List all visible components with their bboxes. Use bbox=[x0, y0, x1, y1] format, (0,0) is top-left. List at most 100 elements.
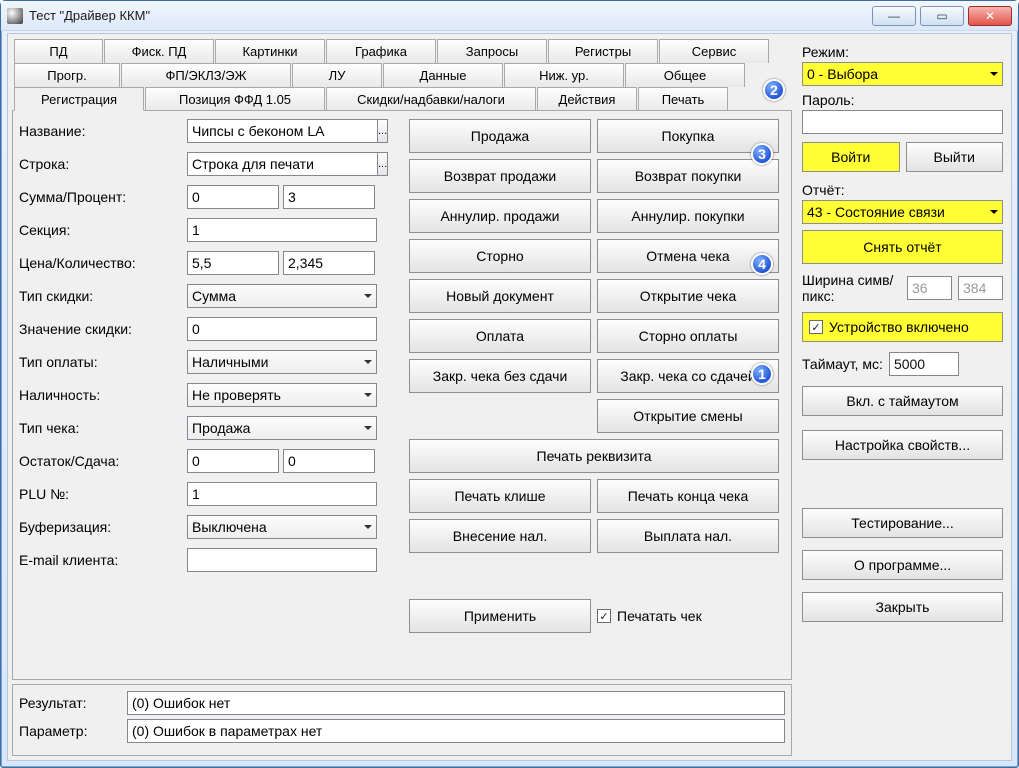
sale-button[interactable]: Продажа bbox=[409, 119, 591, 153]
tab-registers[interactable]: Регистры bbox=[548, 39, 658, 63]
timeout-input[interactable] bbox=[889, 352, 959, 376]
plu-label: PLU №: bbox=[19, 486, 179, 502]
tab-lowlvl[interactable]: Ниж. ур. bbox=[504, 63, 624, 87]
plu-input[interactable] bbox=[187, 482, 377, 506]
line-label: Строка: bbox=[19, 156, 179, 172]
print-cliche-button[interactable]: Печать клише bbox=[409, 479, 591, 513]
cash-select[interactable]: Не проверять bbox=[187, 383, 377, 407]
print-check-label: Печатать чек bbox=[617, 608, 702, 624]
cash-label: Наличность: bbox=[19, 387, 179, 403]
tab-lu[interactable]: ЛУ bbox=[292, 63, 382, 87]
timeout-label: Таймаут, мс: bbox=[802, 356, 883, 372]
result-field bbox=[127, 691, 785, 715]
paytype-label: Тип оплаты: bbox=[19, 354, 179, 370]
annotation-4: 4 bbox=[751, 253, 773, 275]
on-timeout-button[interactable]: Вкл. с таймаутом bbox=[802, 386, 1003, 416]
tabs-row-3: Регистрация Позиция ФФД 1.05 Скидки/надб… bbox=[12, 86, 792, 110]
email-label: E-mail клиента: bbox=[19, 552, 179, 568]
rest-label: Остаток/Сдача: bbox=[19, 453, 179, 469]
return-purchase-button[interactable]: Возврат покупки bbox=[597, 159, 779, 193]
qty-input[interactable] bbox=[283, 251, 375, 275]
param-label: Параметр: bbox=[19, 723, 119, 739]
rest-a-input[interactable] bbox=[187, 449, 279, 473]
tab-graphics[interactable]: Графика bbox=[326, 39, 436, 63]
result-label: Результат: bbox=[19, 695, 119, 711]
tab-data[interactable]: Данные bbox=[383, 63, 503, 87]
tab-pd[interactable]: ПД bbox=[14, 39, 103, 63]
sumpct-label: Сумма/Процент: bbox=[19, 189, 179, 205]
paytype-select[interactable]: Наличными bbox=[187, 350, 377, 374]
tab-actions[interactable]: Действия bbox=[537, 87, 637, 111]
minimize-button[interactable]: — bbox=[872, 6, 916, 26]
tab-pictures[interactable]: Картинки bbox=[215, 39, 325, 63]
tab-ffd[interactable]: Позиция ФФД 1.05 bbox=[145, 87, 325, 111]
disctype-select[interactable]: Сумма bbox=[187, 284, 377, 308]
close-button[interactable]: Закрыть bbox=[802, 592, 1003, 622]
line-input[interactable] bbox=[187, 152, 378, 176]
print-check-checkbox[interactable]: ✓ bbox=[597, 609, 611, 623]
open-check-button[interactable]: Открытие чека bbox=[597, 279, 779, 313]
width-px-input[interactable] bbox=[958, 276, 1003, 300]
line-browse-button[interactable]: ... bbox=[378, 152, 388, 176]
name-input[interactable] bbox=[187, 119, 378, 143]
return-sale-button[interactable]: Возврат продажи bbox=[409, 159, 591, 193]
password-input[interactable] bbox=[802, 110, 1003, 134]
close-window-button[interactable]: ✕ bbox=[968, 6, 1012, 26]
tab-progr[interactable]: Прогр. bbox=[14, 63, 120, 87]
disctype-label: Тип скидки: bbox=[19, 288, 179, 304]
app-icon bbox=[7, 8, 23, 24]
device-on-checkbox[interactable]: ✓ Устройство включено bbox=[802, 312, 1003, 342]
section-input[interactable] bbox=[187, 218, 377, 242]
app-window: Тест "Драйвер ККМ" — ▭ ✕ ПД Фиск. ПД Кар… bbox=[0, 0, 1019, 768]
annul-sale-button[interactable]: Аннулир. продажи bbox=[409, 199, 591, 233]
print-check-row[interactable]: ✓ Печатать чек bbox=[597, 599, 779, 633]
tab-discounts[interactable]: Скидки/надбавки/налоги bbox=[326, 87, 536, 111]
report-label: Отчёт: bbox=[802, 182, 1003, 198]
tab-requests[interactable]: Запросы bbox=[437, 39, 547, 63]
chktype-select[interactable]: Продажа bbox=[187, 416, 377, 440]
new-doc-button[interactable]: Новый документ bbox=[409, 279, 591, 313]
pay-button[interactable]: Оплата bbox=[409, 319, 591, 353]
buf-label: Буферизация: bbox=[19, 519, 179, 535]
properties-button[interactable]: Настройка свойств... bbox=[802, 430, 1003, 460]
window-title: Тест "Драйвер ККМ" bbox=[29, 8, 872, 23]
buf-select[interactable]: Выключена bbox=[187, 515, 377, 539]
about-button[interactable]: О программе... bbox=[802, 550, 1003, 580]
annotation-2: 2 bbox=[763, 79, 785, 101]
tab-service[interactable]: Сервис bbox=[659, 39, 769, 63]
testing-button[interactable]: Тестирование... bbox=[802, 508, 1003, 538]
login-button[interactable]: Войти bbox=[802, 142, 900, 172]
report-select[interactable]: 43 - Состояние связи bbox=[802, 200, 1003, 224]
tab-print[interactable]: Печать bbox=[638, 87, 728, 111]
name-label: Название: bbox=[19, 123, 179, 139]
discval-input[interactable] bbox=[187, 317, 377, 341]
cash-out-button[interactable]: Выплата нал. bbox=[597, 519, 779, 553]
logout-button[interactable]: Выйти bbox=[906, 142, 1004, 172]
storno-pay-button[interactable]: Сторно оплаты bbox=[597, 319, 779, 353]
maximize-button[interactable]: ▭ bbox=[920, 6, 964, 26]
width-chars-input[interactable] bbox=[907, 276, 952, 300]
tab-general[interactable]: Общее bbox=[625, 63, 745, 87]
device-on-check-icon: ✓ bbox=[809, 320, 823, 334]
percent-input[interactable] bbox=[283, 185, 375, 209]
open-shift-button[interactable]: Открытие смены bbox=[597, 399, 779, 433]
name-browse-button[interactable]: ... bbox=[378, 119, 388, 143]
cash-in-button[interactable]: Внесение нал. bbox=[409, 519, 591, 553]
mode-select[interactable]: 0 - Выбора bbox=[802, 62, 1003, 86]
tab-fp[interactable]: ФП/ЭКЛЗ/ЭЖ bbox=[121, 63, 291, 87]
storno-button[interactable]: Сторно bbox=[409, 239, 591, 273]
email-input[interactable] bbox=[187, 548, 377, 572]
print-requisite-button[interactable]: Печать реквизита bbox=[409, 439, 779, 473]
priceqty-label: Цена/Количество: bbox=[19, 255, 179, 271]
tab-fisk-pd[interactable]: Фиск. ПД bbox=[104, 39, 214, 63]
tab-registration[interactable]: Регистрация bbox=[14, 87, 144, 111]
sum-input[interactable] bbox=[187, 185, 279, 209]
price-input[interactable] bbox=[187, 251, 279, 275]
rest-b-input[interactable] bbox=[283, 449, 375, 473]
close-nochange-button[interactable]: Закр. чека без сдачи bbox=[409, 359, 591, 393]
print-end-button[interactable]: Печать конца чека bbox=[597, 479, 779, 513]
device-on-label: Устройство включено bbox=[829, 319, 969, 335]
annul-purchase-button[interactable]: Аннулир. покупки bbox=[597, 199, 779, 233]
apply-button[interactable]: Применить bbox=[409, 599, 591, 633]
take-report-button[interactable]: Снять отчёт bbox=[802, 230, 1003, 264]
